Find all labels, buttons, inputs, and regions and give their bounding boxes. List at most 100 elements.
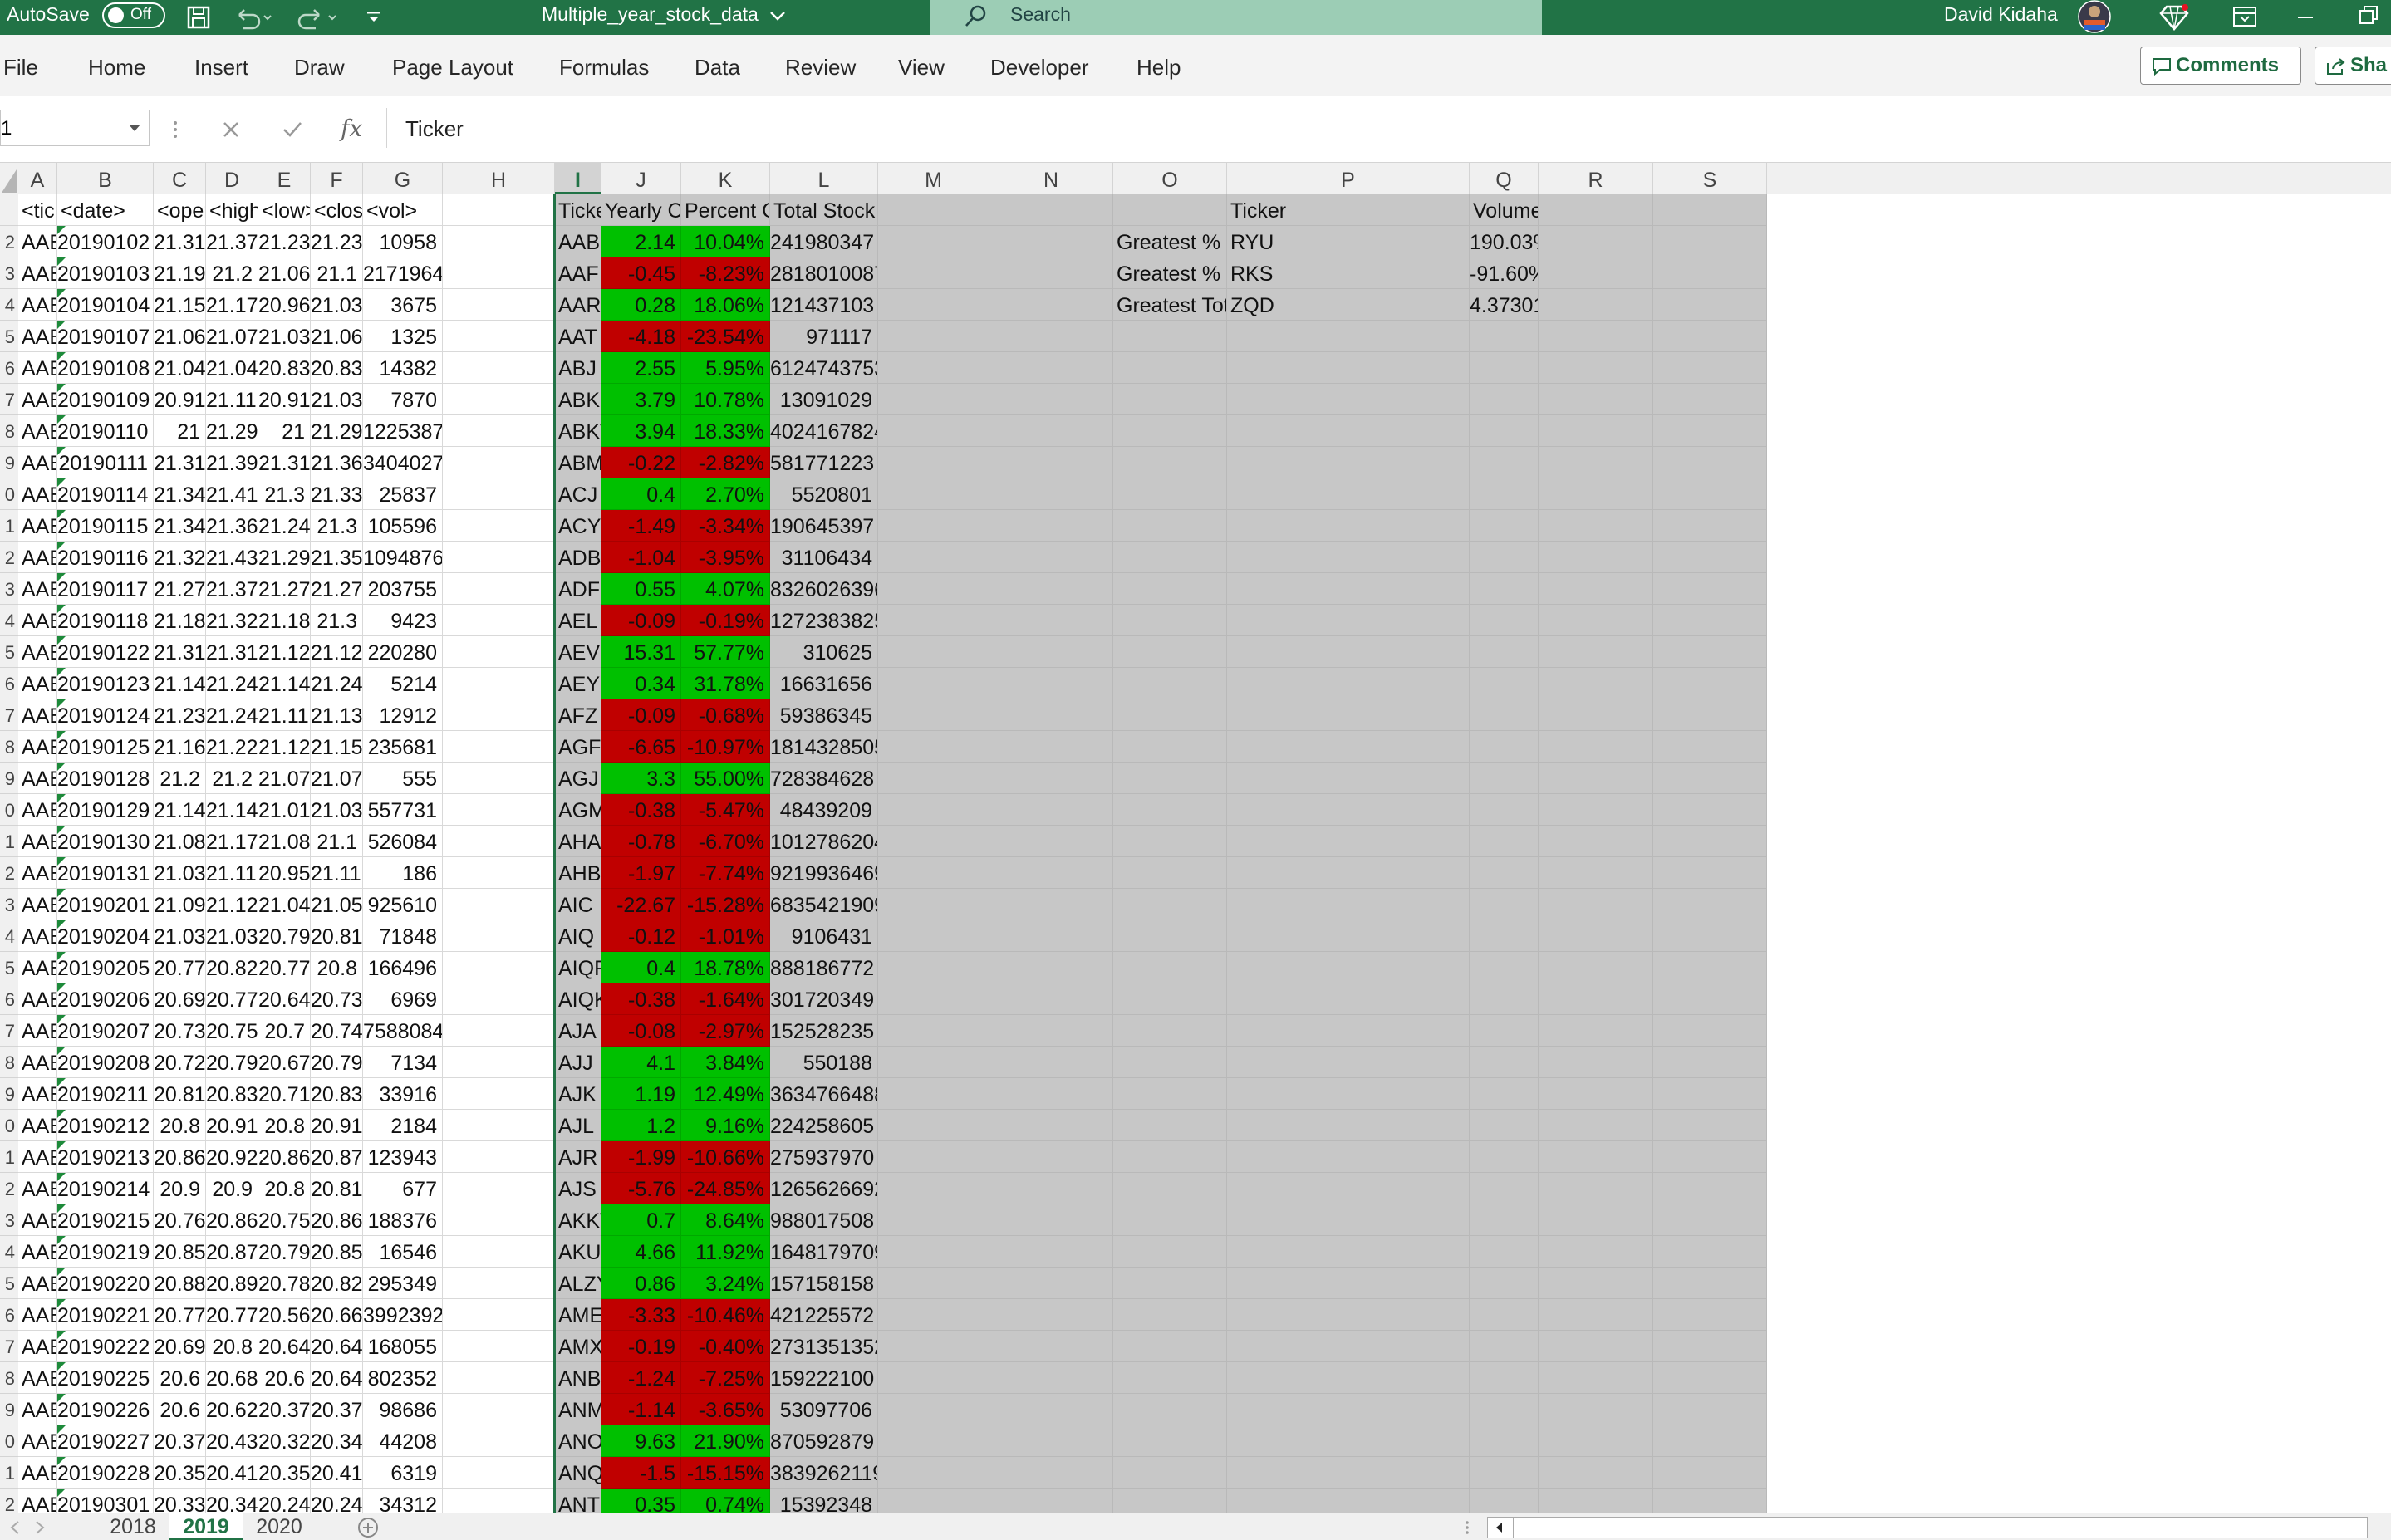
raw-data-cell[interactable]: 21.34 — [154, 510, 206, 542]
empty-cell[interactable] — [1113, 826, 1227, 857]
empty-cell[interactable] — [989, 983, 1113, 1015]
empty-cell[interactable] — [1539, 731, 1653, 763]
empty-cell[interactable] — [1539, 1362, 1653, 1394]
empty-cell[interactable] — [989, 920, 1113, 952]
raw-data-header[interactable]: <open> — [154, 194, 206, 226]
empty-cell[interactable] — [1653, 983, 1767, 1015]
raw-data-cell[interactable]: 20.73 — [154, 1015, 206, 1047]
autosave-toggle[interactable]: Off — [102, 2, 165, 28]
raw-data-cell[interactable]: 20.9 — [154, 1173, 206, 1204]
raw-data-cell[interactable]: AAB — [18, 983, 57, 1015]
raw-data-cell[interactable]: 20190110 — [57, 415, 154, 447]
raw-data-cell[interactable]: 20190107 — [57, 321, 154, 352]
empty-cell[interactable] — [1113, 983, 1227, 1015]
total-volume-cell[interactable]: 988017508 — [770, 1204, 878, 1236]
raw-data-cell[interactable]: 21.24 — [258, 510, 311, 542]
raw-data-cell[interactable]: 20.87 — [311, 1141, 363, 1173]
row-header[interactable]: 8 — [0, 1362, 18, 1394]
raw-data-cell[interactable]: 21.27 — [311, 573, 363, 605]
yearly-change-cell[interactable]: -0.09 — [601, 699, 681, 731]
raw-data-cell[interactable]: 168055 — [363, 1331, 443, 1362]
summary-ticker[interactable]: AIC — [555, 889, 601, 920]
summary-ticker[interactable]: AHB — [555, 857, 601, 889]
empty-cell[interactable] — [443, 384, 555, 415]
raw-data-cell[interactable]: AAB — [18, 573, 57, 605]
raw-data-cell[interactable]: 20.87 — [206, 1236, 258, 1268]
raw-data-cell[interactable]: AAB — [18, 1425, 57, 1457]
empty-cell[interactable] — [1227, 542, 1470, 573]
total-volume-cell[interactable]: 6835421909 — [770, 889, 878, 920]
row-header[interactable]: 4 — [0, 605, 18, 636]
percent-change-cell[interactable]: 5.95% — [681, 352, 770, 384]
row-header[interactable]: 1 — [0, 826, 18, 857]
empty-cell[interactable] — [1227, 1015, 1470, 1047]
empty-cell[interactable] — [1113, 321, 1227, 352]
raw-data-cell[interactable]: 20190102 — [57, 226, 154, 257]
raw-data-cell[interactable]: 21.36 — [311, 447, 363, 478]
raw-data-cell[interactable]: AAB — [18, 1331, 57, 1362]
percent-change-cell[interactable]: -2.82% — [681, 447, 770, 478]
summary-ticker[interactable]: AJR — [555, 1141, 601, 1173]
summary-ticker[interactable]: AAB — [555, 226, 601, 257]
raw-data-cell[interactable]: 20.67 — [258, 1047, 311, 1078]
empty-cell[interactable] — [878, 1331, 989, 1362]
empty-cell[interactable] — [1113, 1457, 1227, 1489]
raw-data-cell[interactable]: 21.13 — [311, 699, 363, 731]
empty-cell[interactable] — [1653, 1173, 1767, 1204]
raw-data-cell[interactable]: 21.22 — [206, 731, 258, 763]
raw-data-cell[interactable]: AAB — [18, 857, 57, 889]
yearly-change-cell[interactable]: -22.67 — [601, 889, 681, 920]
empty-cell[interactable] — [1470, 1141, 1539, 1173]
raw-data-cell[interactable]: 20.43 — [206, 1425, 258, 1457]
raw-data-cell[interactable]: AAB — [18, 542, 57, 573]
row-header[interactable] — [0, 194, 18, 226]
raw-data-cell[interactable]: 21.37 — [206, 226, 258, 257]
percent-change-cell[interactable]: -5.47% — [681, 794, 770, 826]
total-volume-cell[interactable]: 550188 — [770, 1047, 878, 1078]
total-volume-cell[interactable]: 1648179709 — [770, 1236, 878, 1268]
summary-ticker[interactable]: ABM — [555, 447, 601, 478]
total-volume-cell[interactable]: 241980347 — [770, 226, 878, 257]
greatest-header-ticker[interactable]: Ticker — [1227, 194, 1470, 226]
empty-cell[interactable] — [989, 1268, 1113, 1299]
percent-change-cell[interactable]: 4.07% — [681, 573, 770, 605]
percent-change-cell[interactable]: 10.04% — [681, 226, 770, 257]
empty-cell[interactable] — [989, 384, 1113, 415]
row-header[interactable]: 4 — [0, 289, 18, 321]
raw-data-cell[interactable]: 21.01 — [258, 794, 311, 826]
raw-data-cell[interactable]: 34312 — [363, 1489, 443, 1513]
empty-cell[interactable] — [878, 321, 989, 352]
empty-cell[interactable] — [989, 415, 1113, 447]
yearly-change-cell[interactable]: 0.4 — [601, 952, 681, 983]
raw-data-cell[interactable]: 21.03 — [154, 857, 206, 889]
raw-data-cell[interactable]: 20.77 — [258, 952, 311, 983]
empty-cell[interactable] — [443, 573, 555, 605]
sheet-tab-2020[interactable]: 2020 — [243, 1513, 316, 1540]
total-volume-cell[interactable]: 15392348 — [770, 1489, 878, 1513]
percent-change-cell[interactable]: -8.23% — [681, 257, 770, 289]
empty-cell[interactable] — [443, 636, 555, 668]
empty-cell[interactable] — [1539, 1394, 1653, 1425]
yearly-change-cell[interactable]: -0.38 — [601, 983, 681, 1015]
summary-ticker[interactable]: AEL — [555, 605, 601, 636]
raw-data-cell[interactable]: 21.11 — [311, 857, 363, 889]
summary-ticker[interactable]: AAT — [555, 321, 601, 352]
empty-cell[interactable] — [1227, 857, 1470, 889]
raw-data-cell[interactable]: 21.3 — [311, 510, 363, 542]
empty-cell[interactable] — [878, 1489, 989, 1513]
yearly-change-cell[interactable]: -1.99 — [601, 1141, 681, 1173]
empty-cell[interactable] — [1470, 826, 1539, 857]
empty-cell[interactable] — [1653, 1425, 1767, 1457]
summary-ticker[interactable]: ABK — [555, 384, 601, 415]
yearly-change-cell[interactable]: 2.14 — [601, 226, 681, 257]
row-header[interactable]: 2 — [0, 857, 18, 889]
empty-cell[interactable] — [1470, 1268, 1539, 1299]
empty-cell[interactable] — [1539, 668, 1653, 699]
raw-data-cell[interactable]: 20.83 — [311, 1078, 363, 1110]
empty-cell[interactable] — [1653, 257, 1767, 289]
raw-data-cell[interactable]: 20.72 — [154, 1047, 206, 1078]
empty-cell[interactable] — [878, 447, 989, 478]
raw-data-cell[interactable]: 21 — [154, 415, 206, 447]
empty-cell[interactable] — [1539, 352, 1653, 384]
raw-data-cell[interactable]: 21.17 — [206, 826, 258, 857]
